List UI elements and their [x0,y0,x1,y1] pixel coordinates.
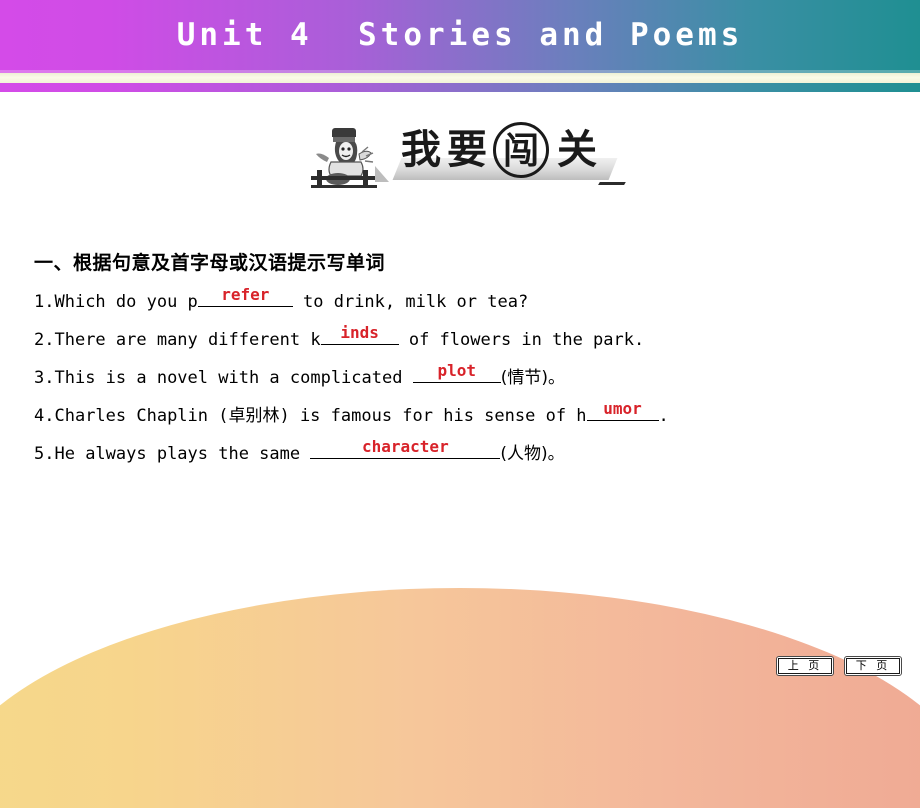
logo-char-yao: 要 [447,127,487,173]
answer-text: refer [221,285,270,304]
footer-decoration [0,588,920,808]
challenge-logo-text: 我 要 闯 关 [392,122,634,194]
navigation-buttons: 上 页 下 页 [776,656,902,676]
question-chinese-hint: (人物)。 [500,444,565,464]
logo-char-chuang: 闯 [502,131,539,172]
challenge-logo: 我 要 闯 关 [0,120,920,200]
answer-blank[interactable]: umor [586,398,659,421]
logo-circle-chuang: 闯 [493,122,549,178]
question-text-after: . [658,406,669,426]
challenge-logo-inner: 我 要 闯 关 [305,120,634,198]
question-text-after: of flowers in the park. [398,330,645,350]
question-text-after: to drink, milk or tea? [292,292,529,312]
answer-text: plot [437,361,476,380]
question-number: 5. [34,444,55,464]
question-number: 1. [34,292,55,312]
header-band: Unit 4 Stories and Poems [0,0,920,92]
section-heading: 一、根据句意及首字母或汉语提示写单词 [34,252,386,274]
answer-text: umor [603,399,642,418]
logo-char-guan: 关 [557,127,597,173]
question-text-before: There are many different k [54,330,321,350]
logo-char-wo: 我 [401,127,441,173]
question-row-1: 1.Which do you p refer to drink, milk or … [34,283,920,321]
question-text-before: Charles Chaplin (卓别林) is famous for his … [54,406,587,426]
header-bottom-bar [0,83,920,92]
question-chinese-hint: (情节)。 [500,368,565,388]
question-number: 2. [34,330,55,350]
question-text-before: This is a novel with a complicated [54,368,413,388]
answer-blank[interactable]: inds [320,322,399,345]
exercise-content: 一、根据句意及首字母或汉语提示写单词 1.Which do you p refer… [0,248,920,473]
question-row-2: 2.There are many different k inds of flow… [34,321,920,359]
question-text-before: Which do you p [54,292,198,312]
next-page-button[interactable]: 下 页 [844,656,902,676]
question-row-4: 4.Charles Chaplin (卓别林) is famous for hi… [34,397,920,435]
prev-page-button[interactable]: 上 页 [776,656,834,676]
header-cream-stripe [0,73,920,83]
next-page-label: 下 页 [846,658,900,674]
question-number: 4. [34,406,55,426]
answer-text: inds [340,323,379,342]
answer-blank[interactable]: plot [412,360,501,383]
page-title: Unit 4 Stories and Poems [176,17,744,53]
answer-text: character [362,437,449,456]
prev-page-label: 上 页 [778,658,832,674]
answer-blank[interactable]: character [310,436,501,459]
question-number: 3. [34,368,55,388]
question-row-3: 3.This is a novel with a complicated plo… [34,359,920,397]
answer-blank[interactable]: refer [197,284,293,307]
question-row-5: 5.He always plays the same character (人物)… [34,435,920,473]
question-text-before: He always plays the same [54,444,311,464]
student-climbing-icon [311,128,389,188]
